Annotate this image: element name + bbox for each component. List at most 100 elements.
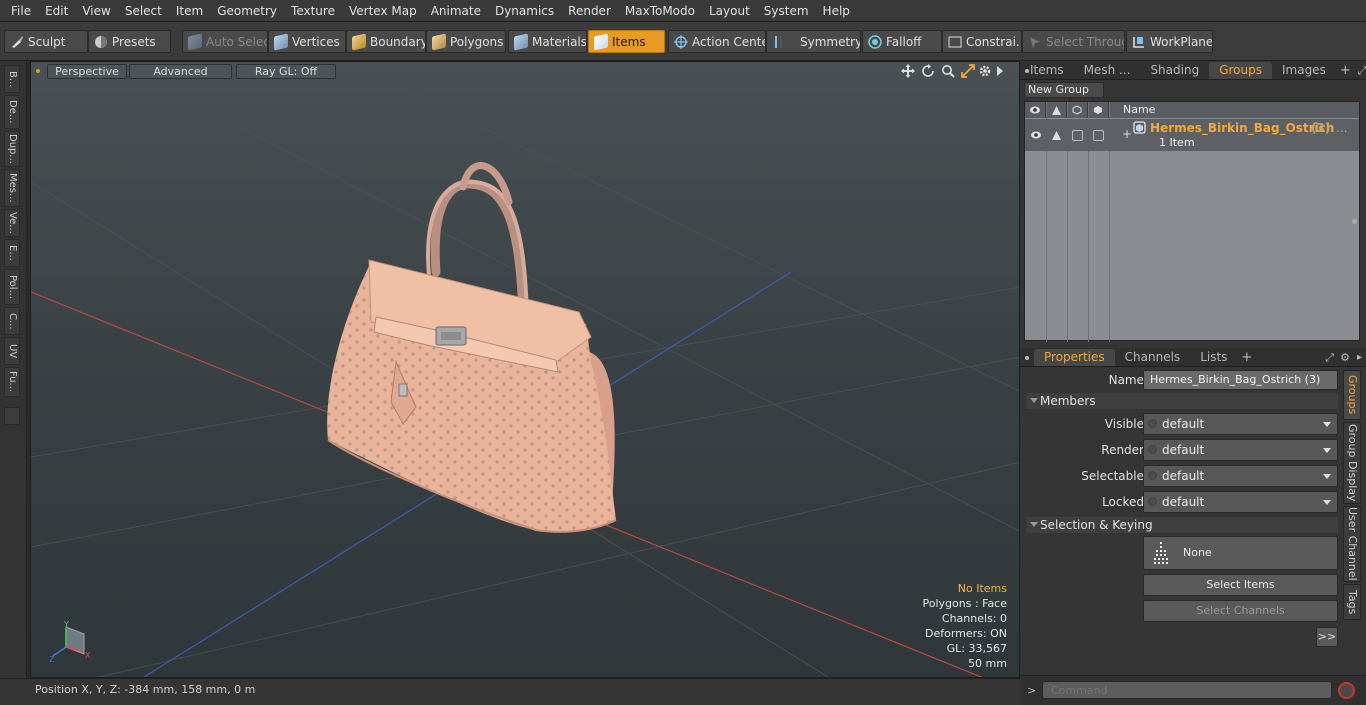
row-select-toggle[interactable]	[1072, 130, 1083, 141]
menu-layout[interactable]: Layout	[702, 0, 757, 22]
tool-tab-uv[interactable]: UV	[4, 337, 20, 365]
members-section-header[interactable]: Members	[1026, 393, 1338, 409]
visible-dropdown[interactable]: default	[1143, 413, 1338, 435]
new-group-button[interactable]: New Group	[1024, 82, 1104, 98]
menu-view[interactable]: View	[75, 0, 117, 22]
menu-vertex-map[interactable]: Vertex Map	[342, 0, 424, 22]
locked-knob[interactable]	[1148, 497, 1157, 506]
boundary-button[interactable]: Boundary	[346, 30, 426, 53]
tool-tab-edge[interactable]: E...	[4, 239, 20, 267]
menu-texture[interactable]: Texture	[284, 0, 342, 22]
3d-viewport[interactable]: Perspective Advanced Ray GL: Off Y X Z N…	[30, 61, 1020, 678]
side-tab-user-channels[interactable]: User Channels	[1343, 506, 1361, 582]
render-column-icon[interactable]	[1046, 102, 1067, 118]
visibility-column-icon[interactable]	[1025, 102, 1046, 118]
visible-knob[interactable]	[1148, 419, 1157, 428]
lock-column-icon[interactable]	[1088, 102, 1109, 118]
tool-tab-extra[interactable]	[4, 407, 20, 425]
group-row[interactable]: + Hermes_Birkin_Bag_Ostrich (3) ... 1 It…	[1025, 119, 1359, 151]
row-visible-eye-icon[interactable]	[1030, 130, 1042, 140]
select-channels-button[interactable]: Select Channels	[1143, 600, 1338, 622]
presets-label: Presets	[112, 34, 156, 49]
tab-properties[interactable]: Properties	[1034, 349, 1115, 366]
expand-group-icon[interactable]: +	[1122, 127, 1132, 141]
bottom-panel-tabs: Properties Channels Lists + ⤢ ⚙ ▸	[1020, 348, 1366, 367]
menu-edit[interactable]: Edit	[38, 0, 75, 22]
panel-settings-icon[interactable]: ⚙	[1337, 349, 1353, 366]
polygons-button[interactable]: Polygons	[426, 30, 506, 53]
select-through-button[interactable]: Select Through	[1022, 30, 1125, 53]
tool-tab-fusion[interactable]: Fu...	[4, 367, 20, 397]
symmetry-button[interactable]: Symmetry	[766, 30, 861, 53]
render-knob[interactable]	[1148, 445, 1157, 454]
workplane-button[interactable]: WorkPlane	[1126, 30, 1213, 53]
more-options-button[interactable]: >>	[1316, 627, 1338, 647]
menu-file[interactable]: File	[4, 0, 38, 22]
tool-tab-polygon[interactable]: Pol...	[4, 269, 20, 305]
menu-help[interactable]: Help	[816, 0, 857, 22]
boundary-label: Boundary	[370, 34, 426, 49]
tab-channels[interactable]: Channels	[1115, 349, 1191, 366]
expand-panel-icon[interactable]: ⤢	[1355, 62, 1366, 79]
tool-tab-duplicate[interactable]: Dup...	[4, 131, 20, 167]
select-items-button[interactable]: Select Items	[1143, 574, 1338, 596]
side-tab-tags[interactable]: Tags	[1343, 584, 1361, 620]
tab-shading[interactable]: Shading	[1140, 62, 1209, 79]
panel-collapse-icon[interactable]: ▸	[1353, 349, 1366, 366]
select-through-label: Select Through	[1046, 34, 1124, 49]
groups-list-scroll-handle[interactable]	[1352, 219, 1357, 224]
items-button[interactable]: Items	[588, 30, 665, 53]
falloff-icon	[868, 34, 882, 49]
locked-dropdown[interactable]: default	[1143, 491, 1338, 513]
menu-maxtomodo[interactable]: MaxToModo	[618, 0, 702, 22]
tool-tab-mesh-edit[interactable]: Mes...	[4, 169, 20, 207]
tab-mesh[interactable]: Mesh ...	[1074, 62, 1141, 79]
groups-list[interactable]: Name + Hermes_Birkin_Bag_Ostrich (3) ...…	[1024, 101, 1360, 342]
selection-keying-section-header[interactable]: Selection & Keying	[1026, 517, 1338, 533]
menu-dynamics[interactable]: Dynamics	[488, 0, 561, 22]
side-tab-groups[interactable]: Groups	[1343, 370, 1361, 420]
panel-menu-dot[interactable]	[1020, 349, 1034, 366]
menu-render[interactable]: Render	[561, 0, 618, 22]
constraints-button[interactable]: Constrai...	[942, 30, 1022, 53]
tool-tab-curve[interactable]: C...	[4, 307, 20, 335]
none-keying-button[interactable]: None	[1143, 536, 1338, 570]
row-render-icon[interactable]	[1051, 130, 1062, 141]
menu-system[interactable]: System	[757, 0, 816, 22]
name-field[interactable]: Hermes_Birkin_Bag_Ostrich (3)	[1143, 370, 1338, 390]
tab-groups[interactable]: Groups	[1209, 62, 1272, 79]
falloff-label: Falloff	[886, 34, 922, 49]
side-tab-group-display[interactable]: Group Display	[1343, 422, 1361, 504]
tool-tab-basic[interactable]: B...	[4, 65, 20, 93]
menu-geometry[interactable]: Geometry	[210, 0, 284, 22]
name-column-header[interactable]: Name	[1109, 102, 1155, 118]
tool-tab-deform[interactable]: De...	[4, 95, 20, 129]
group-name[interactable]: Hermes_Birkin_Bag_Ostrich	[1150, 121, 1334, 135]
expand-panel-icon[interactable]: ⤢	[1322, 349, 1337, 366]
render-dropdown[interactable]: default	[1143, 439, 1338, 461]
tab-lists[interactable]: Lists	[1190, 349, 1237, 366]
sculpt-button[interactable]: Sculpt	[4, 30, 88, 53]
row-lock-toggle[interactable]	[1093, 130, 1104, 141]
selectable-knob[interactable]	[1148, 471, 1157, 480]
action-center-button[interactable]: Action Center	[668, 30, 766, 53]
add-tab-icon[interactable]: +	[1237, 349, 1256, 366]
materials-button[interactable]: Materials	[508, 30, 587, 53]
falloff-button[interactable]: Falloff	[862, 30, 942, 53]
record-macro-icon[interactable]	[1338, 682, 1355, 699]
selectable-dropdown[interactable]: default	[1143, 465, 1338, 487]
menu-item[interactable]: Item	[169, 0, 210, 22]
menu-animate[interactable]: Animate	[424, 0, 488, 22]
group-overflow: ...	[1336, 121, 1348, 135]
select-column-icon[interactable]	[1067, 102, 1088, 118]
auto-select-button[interactable]: Auto Select	[182, 30, 268, 53]
add-tab-icon[interactable]: +	[1336, 62, 1355, 79]
tab-images[interactable]: Images	[1272, 62, 1336, 79]
presets-button[interactable]: Presets	[88, 30, 171, 53]
items-icon	[594, 33, 608, 50]
vertices-button[interactable]: Vertices 1	[268, 30, 346, 53]
tool-tab-vertex[interactable]: Ve...	[4, 209, 20, 237]
vertices-label: Vertices	[292, 34, 340, 49]
command-input[interactable]	[1042, 681, 1332, 699]
menu-select[interactable]: Select	[118, 0, 169, 22]
